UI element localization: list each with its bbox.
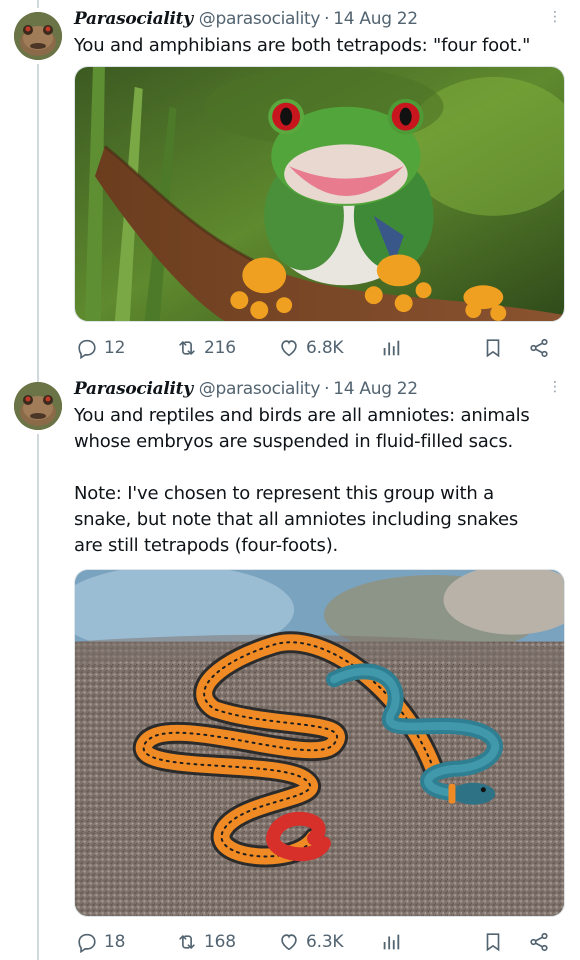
analytics-icon [383, 934, 400, 950]
retweet-button[interactable]: 216 [176, 333, 236, 363]
like-count: 6.3K [306, 932, 344, 952]
views-button[interactable] [380, 333, 408, 363]
share-icon [530, 338, 548, 358]
avatar[interactable] [14, 382, 62, 430]
like-button[interactable]: 6.3K [278, 927, 344, 957]
tweet-text: You and amphibians are both tetrapods: "… [74, 35, 531, 56]
retweet-icon [179, 935, 195, 949]
views-button[interactable] [380, 927, 408, 957]
retweet-count: 216 [204, 338, 236, 358]
display-name[interactable]: Parasociality [74, 379, 193, 399]
tweet-header: Parasociality @parasociality · 14 Aug 22 [74, 376, 418, 402]
bookmark-button[interactable] [482, 333, 510, 363]
tweet-actions: 18 168 6.3K [74, 927, 565, 957]
reply-button[interactable]: 18 [76, 927, 125, 957]
tweet-header: Parasociality @parasociality · 14 Aug 22 [74, 6, 418, 32]
reply-count: 18 [104, 932, 126, 952]
tweet[interactable]: Parasociality @parasociality · 14 Aug 22… [0, 0, 580, 372]
separator: · [324, 9, 330, 29]
avatar[interactable] [14, 12, 62, 60]
tweet-image[interactable] [74, 66, 565, 322]
analytics-icon [383, 340, 400, 356]
retweet-count: 168 [204, 932, 236, 952]
reply-icon [78, 933, 96, 953]
heart-icon [281, 340, 297, 357]
heart-icon [281, 934, 297, 951]
bookmark-button[interactable] [482, 927, 510, 957]
tweet-date[interactable]: 14 Aug 22 [333, 379, 418, 399]
share-button[interactable] [528, 333, 556, 363]
reply-count: 12 [104, 338, 126, 358]
like-button[interactable]: 6.8K [278, 333, 344, 363]
tweet-actions: 12 216 6.8K [74, 333, 565, 363]
more-vertical-icon[interactable]: ⋮ [548, 380, 562, 394]
retweet-button[interactable]: 168 [176, 927, 236, 957]
bookmark-icon [486, 339, 500, 358]
more-vertical-icon[interactable]: ⋮ [548, 10, 562, 24]
retweet-icon [179, 341, 195, 355]
tweet-image[interactable] [74, 569, 565, 917]
bookmark-icon [486, 933, 500, 952]
tweet-date[interactable]: 14 Aug 22 [333, 9, 418, 29]
tweet[interactable]: Parasociality @parasociality · 14 Aug 22… [0, 372, 580, 960]
separator: · [324, 379, 330, 399]
user-handle[interactable]: @parasociality [199, 379, 321, 399]
reply-button[interactable]: 12 [76, 333, 125, 363]
like-count: 6.8K [306, 338, 344, 358]
reply-icon [78, 339, 96, 359]
tweet-text: You and reptiles and birds are all amnio… [74, 405, 530, 556]
display-name[interactable]: Parasociality [74, 9, 193, 29]
user-handle[interactable]: @parasociality [199, 9, 321, 29]
share-icon [530, 932, 548, 952]
share-button[interactable] [528, 927, 556, 957]
